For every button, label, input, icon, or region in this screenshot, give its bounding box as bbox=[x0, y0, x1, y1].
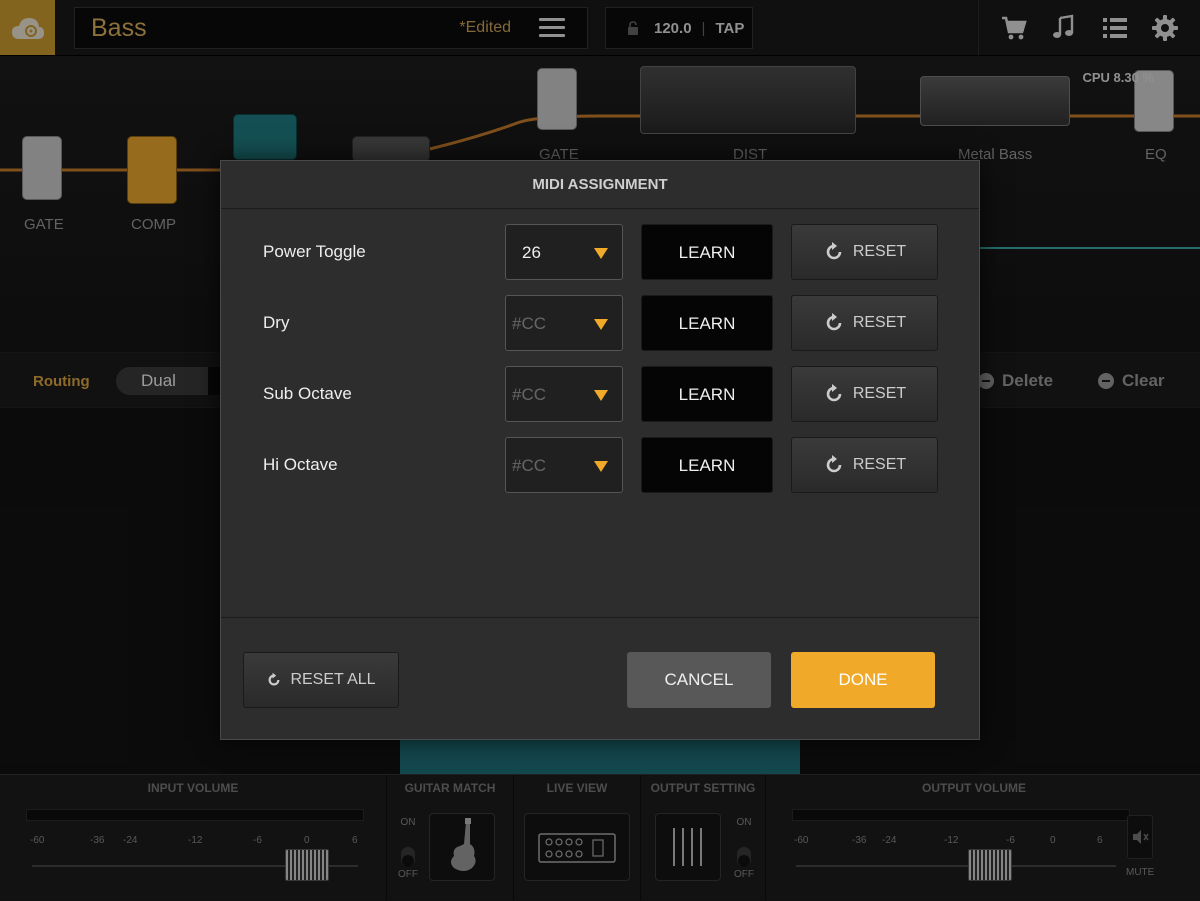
reset-button-dry[interactable]: RESET bbox=[791, 295, 938, 351]
reset-label: RESET bbox=[852, 314, 907, 331]
reset-label: RESET bbox=[852, 385, 907, 402]
learn-button-sub-octave[interactable]: LEARN bbox=[641, 366, 773, 422]
cc-select-dry[interactable]: #CC bbox=[505, 295, 623, 351]
reset-label: RESET bbox=[852, 243, 907, 260]
learn-button-hi-octave[interactable]: LEARN bbox=[641, 437, 773, 493]
row-label: Power Toggle bbox=[263, 242, 366, 261]
cc-placeholder: #CC bbox=[512, 456, 547, 475]
cc-value: 26 bbox=[522, 243, 541, 262]
reset-label: RESET bbox=[852, 456, 907, 473]
refresh-icon bbox=[269, 672, 280, 686]
cc-select-power-toggle[interactable]: 26 bbox=[505, 224, 623, 280]
cc-placeholder: #CC bbox=[512, 314, 547, 333]
refresh-icon bbox=[826, 313, 842, 331]
dialog-title: MIDI ASSIGNMENT bbox=[221, 161, 979, 209]
row-label: Hi Octave bbox=[263, 455, 338, 474]
midi-row-power-toggle: Power Toggle 26 LEARN RESET bbox=[221, 224, 979, 280]
reset-all-button[interactable]: RESET ALL bbox=[243, 652, 399, 708]
midi-row-sub-octave: Sub Octave #CC LEARN RESET bbox=[221, 366, 979, 422]
midi-row-hi-octave: Hi Octave #CC LEARN RESET bbox=[221, 437, 979, 493]
cc-select-hi-octave[interactable]: #CC bbox=[505, 437, 623, 493]
midi-assignment-dialog: MIDI ASSIGNMENT Power Toggle 26 LEARN RE… bbox=[220, 160, 980, 740]
done-button[interactable]: DONE bbox=[791, 652, 935, 708]
reset-all-label: RESET ALL bbox=[290, 671, 376, 688]
refresh-icon bbox=[826, 242, 842, 260]
refresh-icon bbox=[826, 384, 842, 402]
learn-button-dry[interactable]: LEARN bbox=[641, 295, 773, 351]
dropdown-arrow-icon bbox=[594, 461, 608, 472]
dropdown-arrow-icon bbox=[594, 319, 608, 330]
dropdown-arrow-icon bbox=[594, 248, 608, 259]
row-label: Dry bbox=[263, 313, 290, 332]
dialog-divider bbox=[221, 617, 979, 618]
cc-placeholder: #CC bbox=[512, 385, 547, 404]
refresh-icon bbox=[826, 455, 842, 473]
dropdown-arrow-icon bbox=[594, 390, 608, 401]
cancel-button[interactable]: CANCEL bbox=[627, 652, 771, 708]
reset-button-sub-octave[interactable]: RESET bbox=[791, 366, 938, 422]
reset-button-power-toggle[interactable]: RESET bbox=[791, 224, 938, 280]
row-label: Sub Octave bbox=[263, 384, 352, 403]
reset-button-hi-octave[interactable]: RESET bbox=[791, 437, 938, 493]
cc-select-sub-octave[interactable]: #CC bbox=[505, 366, 623, 422]
midi-row-dry: Dry #CC LEARN RESET bbox=[221, 295, 979, 351]
learn-button-power-toggle[interactable]: LEARN bbox=[641, 224, 773, 280]
